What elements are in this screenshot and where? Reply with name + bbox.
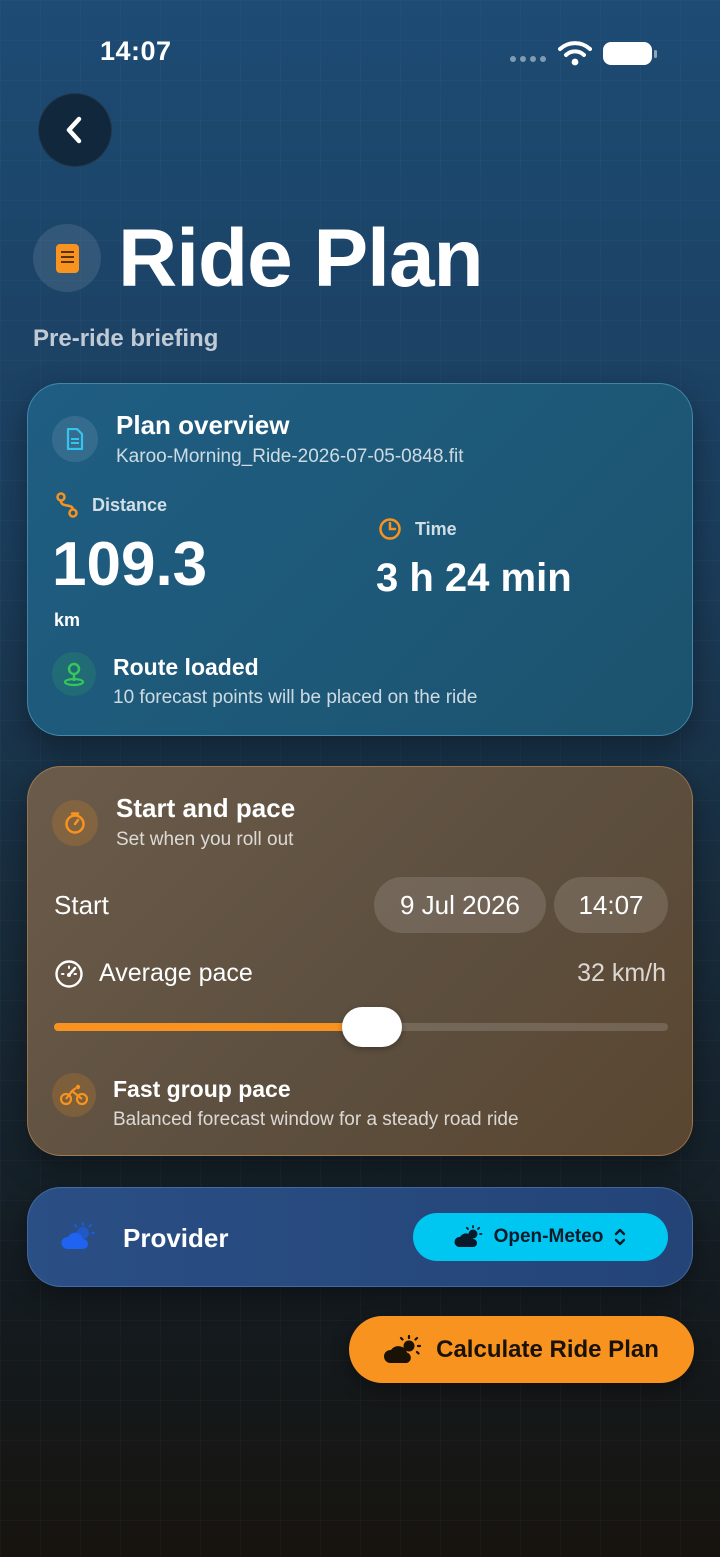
chevron-up-down-icon: [615, 1228, 626, 1246]
overview-icon-badge: [52, 416, 98, 462]
title-icon-badge: [33, 224, 101, 292]
speedometer-icon: [55, 960, 83, 988]
map-pin-icon: [63, 662, 85, 687]
start-date-picker[interactable]: 9 Jul 2026: [374, 877, 546, 933]
timer-icon: [65, 812, 85, 834]
page-title: Ride Plan: [118, 213, 484, 304]
route-icon-badge: [52, 652, 96, 696]
start-time-picker[interactable]: 14:07: [554, 877, 668, 933]
status-time: 14:07: [100, 36, 172, 66]
chevron-left-icon: [66, 116, 82, 144]
calculate-button-label: Calculate Ride Plan: [436, 1335, 659, 1363]
pace-card-subtitle: Set when you roll out: [116, 829, 294, 850]
cloud-sun-icon: [384, 1334, 422, 1363]
group-pace-title: Fast group pace: [113, 1076, 291, 1102]
cloud-sun-icon: [454, 1225, 483, 1247]
provider-selected-value: Open-Meteo: [493, 1226, 604, 1247]
start-pace-card: Start and pace Set when you roll out Sta…: [27, 766, 693, 1156]
average-pace-label: Average pace: [99, 959, 253, 987]
plan-overview-card: Plan overview Karoo-Morning_Ride-2026-07…: [27, 383, 693, 736]
calculate-ride-plan-button[interactable]: Calculate Ride Plan: [349, 1316, 694, 1383]
average-pace-value: 32 km/h: [577, 959, 666, 987]
pace-icon-badge: [52, 800, 98, 846]
overview-filename: Karoo-Morning_Ride-2026-07-05-0848.fit: [116, 446, 464, 467]
document-icon: [66, 428, 84, 450]
distance-unit: km: [54, 610, 81, 630]
page-subtitle: Pre-ride briefing: [33, 325, 219, 352]
distance-value: 109.3: [52, 530, 208, 599]
route-status-title: Route loaded: [113, 654, 259, 680]
signal-dots-icon: [510, 56, 546, 62]
provider-card: Provider Open-Meteo: [27, 1187, 693, 1287]
battery-icon: [603, 42, 657, 65]
route-status-subtitle: 10 forecast points will be placed on the…: [113, 687, 478, 708]
cyclist-icon: [60, 1084, 88, 1106]
cloud-sun-icon: [61, 1222, 95, 1249]
overview-title: Plan overview: [116, 410, 290, 440]
time-label: Time: [415, 519, 457, 539]
start-label: Start: [54, 890, 109, 920]
route-icon: [56, 492, 78, 518]
group-icon-badge: [52, 1073, 96, 1117]
wifi-icon: [558, 41, 592, 66]
pace-card-title: Start and pace: [116, 793, 296, 823]
pace-slider-fill: [54, 1023, 373, 1031]
provider-label: Provider: [123, 1223, 229, 1253]
time-value: 3 h 24 min: [376, 556, 572, 600]
pace-slider-track[interactable]: [54, 1007, 668, 1047]
list-doc-icon: [55, 243, 79, 273]
group-pace-subtitle: Balanced forecast window for a steady ro…: [113, 1109, 519, 1130]
distance-label: Distance: [92, 495, 168, 515]
provider-select[interactable]: Open-Meteo: [413, 1213, 668, 1261]
back-button[interactable]: [38, 93, 112, 167]
clock-icon: [379, 518, 401, 540]
pace-slider-thumb[interactable]: [342, 1007, 403, 1047]
